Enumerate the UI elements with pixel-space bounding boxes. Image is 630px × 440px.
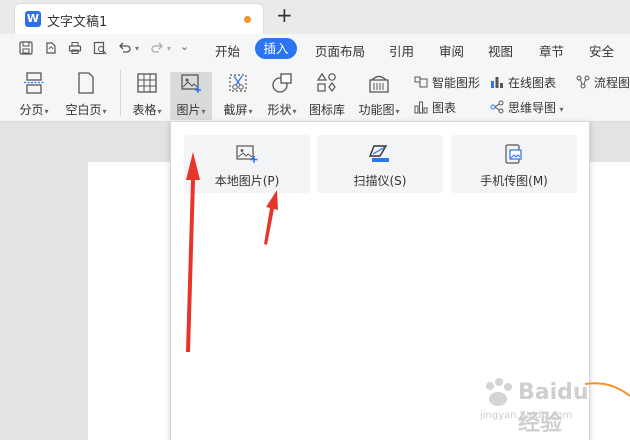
menu-review[interactable]: 审阅 bbox=[439, 41, 464, 60]
chart-label: 图表 bbox=[432, 101, 457, 115]
insert-ribbon: 分页▾ 空白页▾ 表格▾ 图片▾ 截屏▾ 形状▾ 图标库 功能图▾ 智能图形 图… bbox=[0, 64, 630, 122]
online-chart-label: 在线图表 bbox=[508, 76, 557, 90]
watermark-text: Baidu经验 bbox=[518, 380, 589, 436]
document-title: 文字文稿1 bbox=[47, 15, 108, 30]
picture-label: 图片 bbox=[176, 103, 201, 117]
watermark-url: jingyan.baidu.com bbox=[480, 410, 573, 421]
screenshot-icon bbox=[229, 74, 247, 92]
menu-page-layout[interactable]: 页面布局 bbox=[315, 41, 365, 60]
blank-page-label: 空白页 bbox=[65, 103, 102, 117]
table-button[interactable]: 表格▾ bbox=[127, 72, 167, 120]
icon-library-button[interactable]: 图标库 bbox=[306, 72, 348, 120]
menu-chapter[interactable]: 章节 bbox=[539, 41, 564, 60]
save-icon[interactable] bbox=[19, 41, 33, 55]
flowchart-label: 流程图 bbox=[594, 76, 630, 90]
chart-icon bbox=[414, 101, 428, 114]
screenshot-button[interactable]: 截屏▾ bbox=[218, 72, 258, 120]
phone-picture-option[interactable]: 手机传图(M) bbox=[451, 135, 577, 193]
table-label: 表格 bbox=[132, 103, 157, 117]
picture-icon bbox=[181, 74, 201, 93]
ribbon-divider bbox=[120, 70, 121, 116]
local-picture-option[interactable]: 本地图片(P) bbox=[184, 135, 310, 193]
phone-picture-label: 手机传图(M) bbox=[480, 174, 548, 188]
menu-view[interactable]: 视图 bbox=[488, 41, 513, 60]
shapes-label: 形状 bbox=[267, 103, 292, 117]
page-break-label: 分页 bbox=[19, 103, 44, 117]
phone-picture-icon bbox=[505, 144, 522, 164]
blank-page-icon bbox=[78, 72, 94, 94]
baidu-watermark: Baidu经验 jingyan.baidu.com bbox=[478, 374, 608, 436]
page-break-button[interactable]: 分页▾ bbox=[14, 72, 54, 120]
icon-library-label: 图标库 bbox=[308, 103, 345, 117]
print-preview-icon[interactable] bbox=[93, 41, 107, 55]
shapes-icon bbox=[272, 73, 292, 93]
scanner-option[interactable]: 扫描仪(S) bbox=[317, 135, 443, 193]
paw-logo-icon bbox=[486, 378, 512, 406]
page-break-icon bbox=[24, 72, 44, 94]
shapes-button[interactable]: 形状▾ bbox=[262, 72, 302, 120]
flowchart-icon bbox=[576, 75, 590, 89]
function-chart-icon bbox=[369, 75, 389, 93]
mind-map-label: 思维导图 bbox=[508, 101, 557, 115]
menu-insert[interactable]: 插入 bbox=[255, 38, 297, 59]
mind-map-button[interactable]: 思维导图 ▾ bbox=[490, 99, 564, 117]
smart-graphic-label: 智能图形 bbox=[432, 76, 481, 90]
smart-graphic-button[interactable]: 智能图形 bbox=[414, 74, 480, 92]
undo-icon[interactable] bbox=[118, 41, 132, 55]
icon-library-icon bbox=[316, 72, 336, 92]
customize-quick-access-icon[interactable]: ⌄ bbox=[180, 40, 189, 53]
blank-page-button[interactable]: 空白页▾ bbox=[60, 72, 112, 120]
wps-writer-icon: W bbox=[25, 11, 41, 27]
picture-button[interactable]: 图片▾ bbox=[170, 72, 212, 120]
mind-map-icon bbox=[490, 100, 504, 114]
output-pdf-icon[interactable] bbox=[44, 41, 58, 55]
redo-icon[interactable] bbox=[150, 41, 164, 55]
undo-dropdown-icon[interactable]: ▾ bbox=[135, 44, 139, 53]
scanner-icon bbox=[369, 145, 389, 162]
scanner-label: 扫描仪(S) bbox=[353, 174, 407, 188]
flowchart-button[interactable]: 流程图 bbox=[576, 74, 630, 92]
menu-security[interactable]: 安全 bbox=[589, 41, 614, 60]
local-picture-label: 本地图片(P) bbox=[214, 174, 280, 188]
local-picture-icon bbox=[236, 145, 258, 163]
document-tab[interactable]: W 文字文稿1 bbox=[14, 3, 264, 34]
screenshot-label: 截屏 bbox=[223, 103, 248, 117]
menu-bar: ▾ ▾ ⌄ 开始 插入 页面布局 引用 审阅 视图 章节 安全 bbox=[0, 34, 630, 64]
print-icon[interactable] bbox=[68, 41, 82, 55]
function-chart-button[interactable]: 功能图▾ bbox=[355, 72, 403, 120]
chart-button[interactable]: 图表 bbox=[414, 99, 456, 117]
menu-home[interactable]: 开始 bbox=[215, 41, 240, 60]
redo-dropdown-icon[interactable]: ▾ bbox=[167, 44, 171, 53]
smart-graphic-icon bbox=[414, 76, 428, 88]
table-icon bbox=[137, 73, 157, 93]
function-chart-label: 功能图 bbox=[358, 103, 395, 117]
online-chart-button[interactable]: 在线图表 bbox=[490, 74, 556, 92]
online-chart-icon bbox=[491, 77, 503, 88]
menu-references[interactable]: 引用 bbox=[389, 41, 414, 60]
unsaved-indicator-icon bbox=[244, 16, 251, 23]
tab-strip: W 文字文稿1 + bbox=[0, 0, 630, 34]
new-tab-button[interactable]: + bbox=[276, 4, 293, 26]
